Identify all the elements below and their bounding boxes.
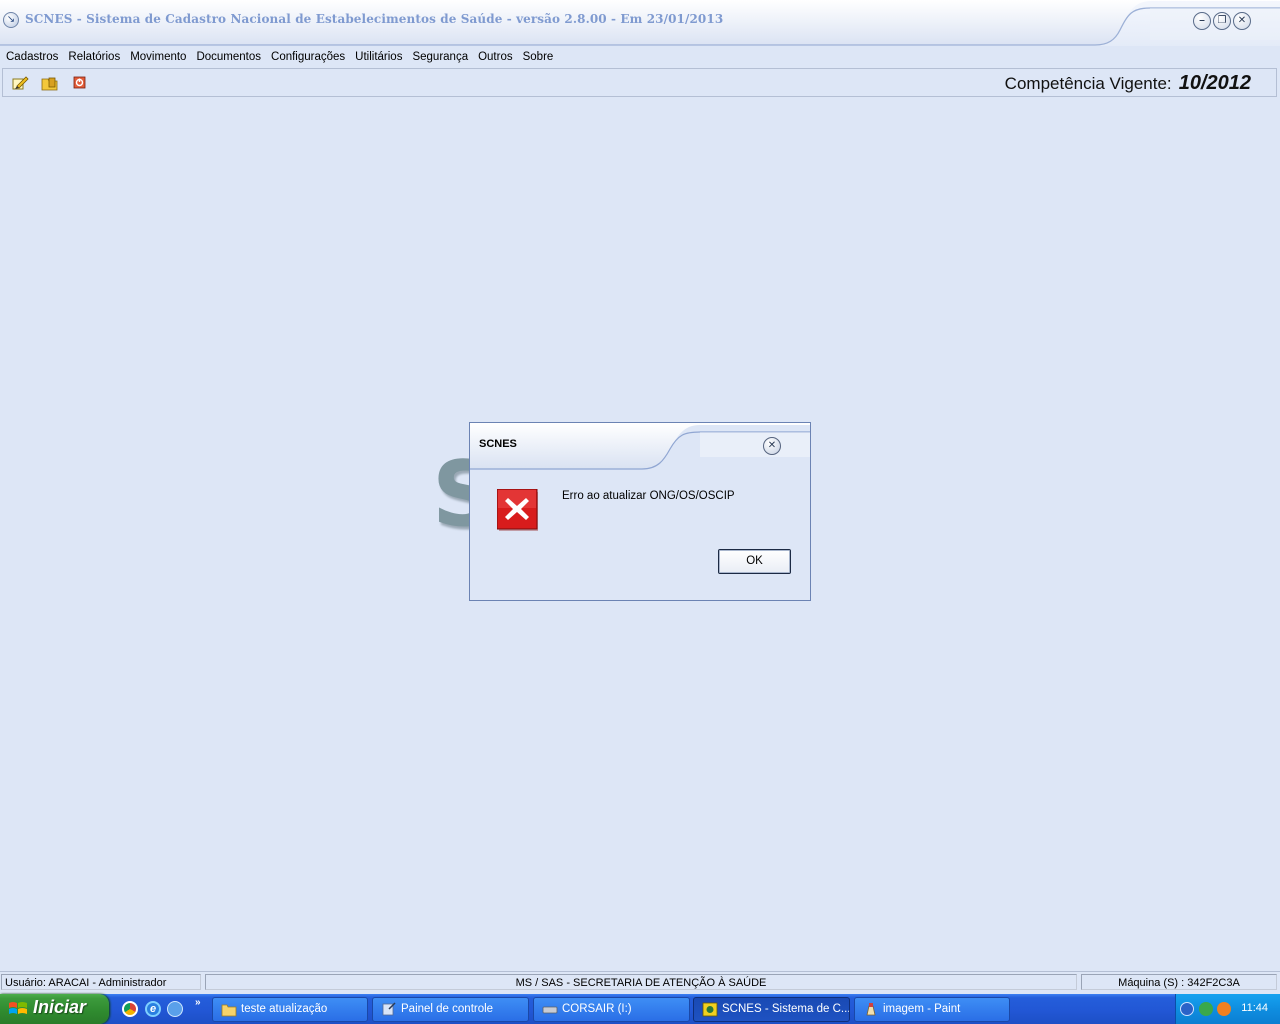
- task-label: teste atualização: [241, 1003, 328, 1015]
- start-button[interactable]: Iniciar: [0, 994, 109, 1024]
- menu-outros[interactable]: Outros: [473, 47, 518, 68]
- edit-icon[interactable]: [11, 74, 29, 92]
- status-machine: Máquina (S) : 342F2C3A: [1081, 974, 1277, 990]
- network-icon[interactable]: [1199, 1002, 1213, 1016]
- exit-icon[interactable]: [71, 74, 89, 92]
- error-icon: [497, 489, 538, 531]
- taskbar: Iniciar e » teste atualização Painel de …: [0, 994, 1280, 1024]
- start-label: Iniciar: [33, 997, 87, 1017]
- dialog-message: Erro ao atualizar ONG/OS/OSCIP: [562, 490, 735, 502]
- window-title: SCNES - Sistema de Cadastro Nacional de …: [25, 12, 724, 26]
- task-label: imagem - Paint: [883, 1003, 961, 1015]
- windows-logo-icon: [9, 1002, 27, 1014]
- task-label: SCNES - Sistema de C...: [722, 1003, 850, 1015]
- menu-sobre[interactable]: Sobre: [518, 47, 559, 68]
- paint-icon: [866, 1003, 876, 1016]
- minimize-button[interactable]: –: [1193, 12, 1211, 30]
- restore-button[interactable]: ❐: [1213, 12, 1231, 30]
- scnes-app-icon: [702, 1002, 718, 1017]
- task-scnes[interactable]: SCNES - Sistema de C...: [693, 997, 850, 1022]
- ok-button[interactable]: OK: [718, 549, 791, 574]
- app-system-icon[interactable]: ↘: [3, 12, 19, 28]
- menu-documentos[interactable]: Documentos: [191, 47, 266, 68]
- window-title-bar: ↘ SCNES - Sistema de Cadastro Nacional d…: [0, 0, 1280, 46]
- system-tray: 11:44: [1175, 994, 1280, 1024]
- desktop-icon[interactable]: [167, 1001, 183, 1017]
- task-paint[interactable]: imagem - Paint: [854, 997, 1010, 1022]
- dialog-close-button[interactable]: ✕: [763, 437, 781, 455]
- internet-explorer-icon[interactable]: e: [145, 1001, 161, 1017]
- control-panel-icon: [382, 1002, 396, 1016]
- task-teste-atualizacao[interactable]: teste atualização: [212, 997, 368, 1022]
- task-label: Painel de controle: [401, 1003, 494, 1015]
- task-corsair[interactable]: CORSAIR (I:): [533, 997, 690, 1022]
- error-dialog: SCNES ✕ Erro ao atualizar ONG/OS/OSCIP O…: [469, 422, 811, 601]
- folder-icon: [221, 1004, 237, 1017]
- toolbar: Competência Vigente: 10/2012: [2, 68, 1277, 97]
- tray-expand-icon[interactable]: [1180, 1002, 1194, 1016]
- clock: 11:44: [1241, 1002, 1268, 1014]
- menu-utilitarios[interactable]: Utilitários: [350, 47, 407, 68]
- status-user: Usuário: ARACAI - Administrador: [1, 974, 201, 990]
- menu-cadastros[interactable]: Cadastros: [1, 47, 63, 68]
- status-bar: Usuário: ARACAI - Administrador MS / SAS…: [0, 971, 1280, 991]
- menu-movimento[interactable]: Movimento: [125, 47, 191, 68]
- menu-relatorios[interactable]: Relatórios: [63, 47, 125, 68]
- menu-configuracoes[interactable]: Configurações: [266, 47, 350, 68]
- menu-seguranca[interactable]: Segurança: [407, 47, 473, 68]
- tray-app-icon[interactable]: [1217, 1002, 1231, 1016]
- competencia-value: 10/2012: [1178, 72, 1251, 94]
- folder-icon[interactable]: [41, 74, 59, 92]
- status-organization: MS / SAS - SECRETARIA DE ATENÇÃO À SAÚDE: [205, 974, 1077, 990]
- dialog-title: SCNES: [479, 438, 517, 450]
- competencia-label: Competência Vigente:: [1004, 74, 1172, 93]
- task-painel-de-controle[interactable]: Painel de controle: [372, 997, 529, 1022]
- quicklaunch-more-icon[interactable]: »: [195, 997, 201, 1008]
- task-label: CORSAIR (I:): [562, 1003, 632, 1015]
- drive-icon: [542, 1006, 558, 1014]
- competencia-display: Competência Vigente: 10/2012: [1005, 72, 1251, 95]
- menu-bar: Cadastros Relatórios Movimento Documento…: [0, 47, 1280, 68]
- chrome-icon[interactable]: [122, 1001, 138, 1017]
- dialog-title-wave: [470, 423, 810, 470]
- close-button[interactable]: ✕: [1233, 12, 1251, 30]
